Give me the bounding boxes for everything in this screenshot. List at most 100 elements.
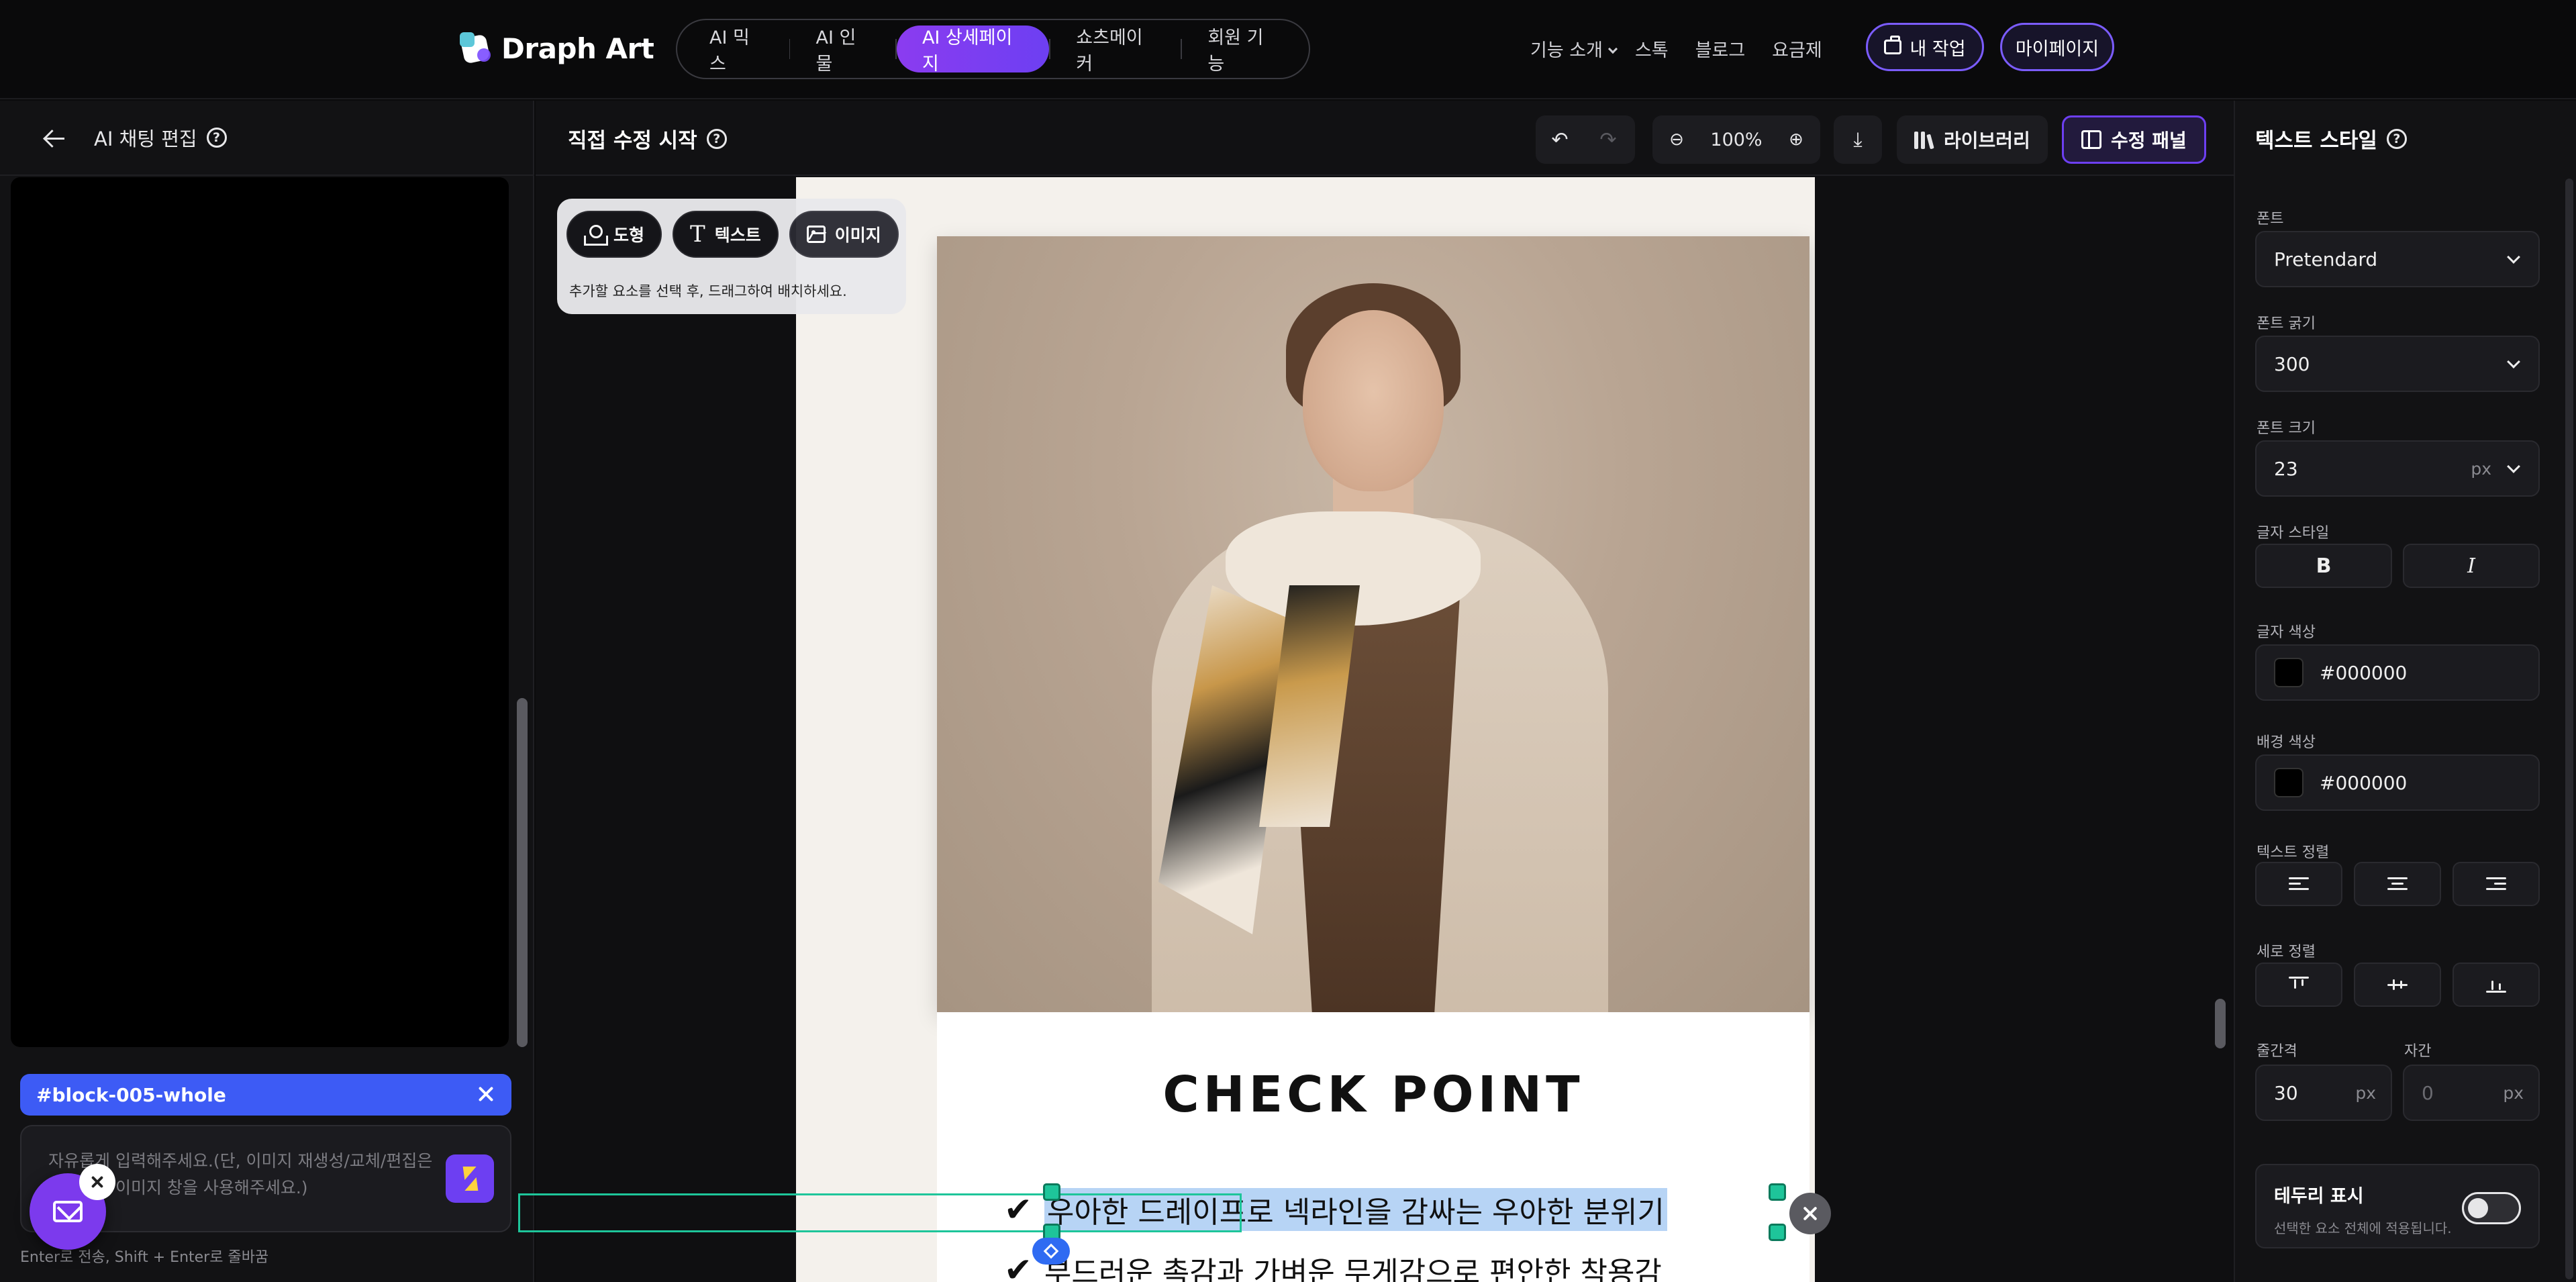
align-center-icon [2387, 877, 2408, 891]
scrollbar[interactable] [2215, 999, 2226, 1048]
download-button[interactable]: ⤓ [1834, 115, 1882, 164]
resize-handle[interactable] [1769, 1224, 1786, 1241]
text-align-label: 텍스트 정렬 [2257, 844, 2330, 861]
valign-top-button[interactable] [2255, 963, 2342, 1007]
delete-element-button[interactable] [1789, 1193, 1831, 1234]
model-photo[interactable] [937, 236, 1810, 1012]
detail-page-canvas[interactable]: CHECK POINT ✔ 우아한 드레이프로 넥라인을 감싸는 우아한 분위기… [796, 177, 1815, 1282]
nav-feature-label: 기능 소개 [1530, 40, 1603, 61]
library-icon [1914, 130, 1934, 150]
panel-icon [2081, 130, 2101, 149]
check-item[interactable]: ✔ 우아한 드레이프로 넥라인을 감싸는 우아한 분위기 [1004, 1188, 1667, 1231]
library-button[interactable]: 라이브러리 [1897, 115, 2048, 164]
font-size-label: 폰트 크기 [2257, 420, 2316, 437]
letter-spacing-value: 0 [2422, 1081, 2434, 1104]
chevron-down-icon [2507, 355, 2520, 368]
nav-pricing[interactable]: 요금제 [1772, 36, 1822, 62]
align-center-button[interactable] [2354, 862, 2441, 906]
zoom-level: 100% [1710, 129, 1763, 150]
chevron-down-icon [2507, 460, 2520, 473]
text-icon: T [690, 221, 705, 248]
chat-panel-title-text: AI 채팅 편집 [94, 128, 197, 150]
scrollbar[interactable] [517, 698, 528, 1047]
zoom-out-button[interactable]: ⊖ [1652, 115, 1701, 164]
nav-ai-mix[interactable]: AI 믹스 [684, 26, 789, 75]
text-color-field[interactable]: #000000 [2255, 644, 2540, 701]
nav-ai-detail-page[interactable]: AI 상세페이지 [896, 26, 1050, 75]
chat-preview-area [11, 177, 509, 1047]
valign-bottom-button[interactable] [2453, 963, 2540, 1007]
nav-member-features[interactable]: 회원 기능 [1182, 26, 1302, 75]
my-work-button[interactable]: 내 작업 [1866, 23, 1984, 71]
bg-color-value: #000000 [2320, 771, 2408, 794]
font-size-input[interactable]: 23 px [2255, 440, 2540, 497]
align-top-icon [2289, 977, 2309, 993]
line-height-input[interactable]: 30 px [2255, 1065, 2392, 1121]
nav-ai-person[interactable]: AI 인물 [790, 26, 895, 75]
font-weight-select[interactable]: 300 [2255, 336, 2540, 392]
check-item-text[interactable]: 부드러운 촉감과 가벼운 무게감으로 편안한 착용감 [1044, 1248, 1662, 1282]
font-size-value: 23 [2274, 457, 2298, 480]
send-button[interactable] [446, 1154, 494, 1203]
move-handle[interactable] [1032, 1238, 1070, 1265]
add-text-button[interactable]: T 텍스트 [673, 211, 779, 258]
check-item[interactable]: ✔ 부드러운 촉감과 가벼운 무게감으로 편안한 착용감 [1004, 1248, 1662, 1282]
my-page-label: 마이페이지 [2015, 38, 2099, 60]
scrollbar[interactable] [2565, 179, 2573, 1279]
shape-icon [584, 225, 608, 246]
text-color-value: #000000 [2320, 661, 2408, 684]
border-toggle-switch[interactable] [2462, 1192, 2521, 1224]
add-shape-button[interactable]: 도형 [566, 211, 662, 258]
undo-button[interactable]: ↶ [1536, 115, 1584, 164]
line-height-value: 30 [2274, 1081, 2298, 1104]
bg-color-field[interactable]: #000000 [2255, 754, 2540, 811]
nav-shorts-maker[interactable]: 쇼츠메이커 [1050, 26, 1181, 75]
border-toggle-card: 테두리 표시 선택한 요소 전체에 적용됩니다. [2255, 1164, 2540, 1248]
zoom-in-button[interactable]: ⊕ [1772, 115, 1820, 164]
help-icon[interactable]: ? [206, 128, 227, 148]
back-arrow-icon[interactable] [44, 130, 64, 146]
ai-chat-panel: AI 채팅 편집 ? #block-005-whole [0, 101, 534, 1282]
my-page-button[interactable]: 마이페이지 [2000, 23, 2114, 71]
color-swatch[interactable] [2274, 658, 2303, 687]
italic-button[interactable]: I [2403, 544, 2540, 588]
nav-stock[interactable]: 스톡 [1635, 36, 1669, 62]
bold-button[interactable]: B [2255, 544, 2392, 588]
text-color-label: 글자 색상 [2257, 624, 2316, 641]
letter-spacing-input[interactable]: 0 px [2403, 1065, 2540, 1121]
add-image-button[interactable]: 이미지 [789, 211, 899, 258]
align-right-button[interactable] [2453, 862, 2540, 906]
check-point-heading[interactable]: CHECK POINT [937, 1066, 1810, 1124]
line-height-label: 줄간격 [2257, 1043, 2297, 1060]
help-icon[interactable]: ? [2386, 128, 2407, 149]
close-icon [90, 1175, 105, 1189]
download-icon: ⤓ [1853, 128, 1863, 152]
redo-icon: ↷ [1599, 128, 1617, 152]
add-element-hint: 추가할 요소를 선택 후, 드래그하여 배치하세요. [569, 283, 847, 299]
letter-spacing-unit: px [2503, 1083, 2524, 1103]
color-swatch[interactable] [2274, 768, 2303, 797]
editor-title-text: 직접 수정 시작 [568, 129, 697, 153]
border-toggle-title: 테두리 표시 [2274, 1186, 2364, 1207]
resize-handle[interactable] [1043, 1183, 1060, 1201]
close-icon[interactable] [477, 1085, 495, 1103]
edit-panel-button[interactable]: 수정 패널 [2062, 115, 2206, 164]
font-select[interactable]: Pretendard [2255, 231, 2540, 287]
brand-logo[interactable]: Draph Art [460, 30, 654, 67]
nav-blog[interactable]: 블로그 [1695, 36, 1746, 62]
nav-feature-intro[interactable]: 기능 소개 [1530, 36, 1618, 62]
editor-toolbar: 직접 수정 시작 ? ↶ ↷ ⊖ 100% ⊕ ⤓ 라이브러리 수정 패널 [536, 101, 2234, 176]
redo-button[interactable]: ↷ [1584, 115, 1632, 164]
move-icon [1043, 1243, 1059, 1259]
check-point-section[interactable]: CHECK POINT ✔ 우아한 드레이프로 넥라인을 감싸는 우아한 분위기… [937, 1012, 1810, 1282]
align-middle-icon [2387, 977, 2408, 993]
align-left-button[interactable] [2255, 862, 2342, 906]
check-item-text-selected[interactable]: 우아한 드레이프로 넥라인을 감싸는 우아한 분위기 [1044, 1188, 1667, 1231]
logo-icon [460, 32, 492, 64]
zoom-group: ⊖ 100% ⊕ [1652, 115, 1820, 164]
help-icon[interactable]: ? [706, 128, 727, 149]
resize-handle[interactable] [1769, 1183, 1786, 1201]
fab-close-button[interactable] [79, 1164, 115, 1200]
valign-middle-button[interactable] [2354, 963, 2441, 1007]
chevron-down-icon [2507, 250, 2520, 264]
